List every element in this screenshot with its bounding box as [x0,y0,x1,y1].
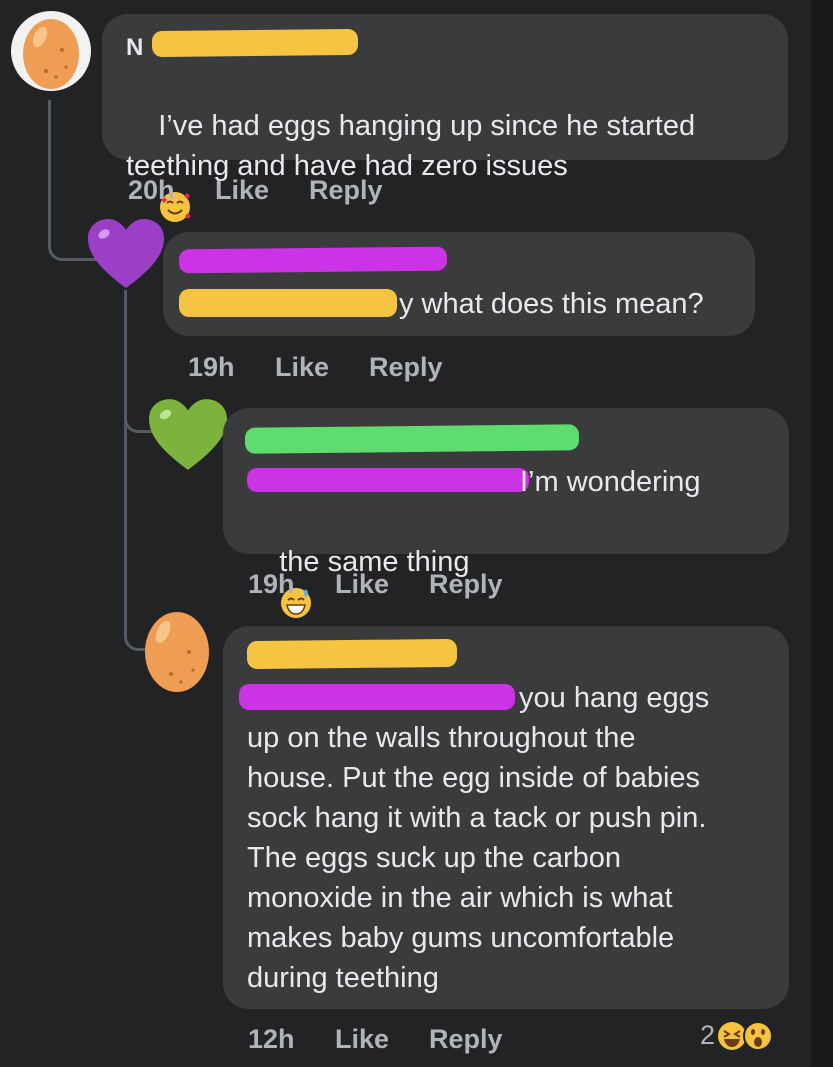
like-button[interactable]: Like [215,175,269,206]
avatar[interactable] [147,398,229,477]
timestamp[interactable]: 12h [248,1024,295,1055]
like-button[interactable]: Like [275,352,329,383]
comment-text: up on the walls throughout the house. Pu… [247,722,707,994]
like-button[interactable]: Like [335,1024,389,1055]
author-name-initial[interactable]: N [126,28,143,68]
egg-icon [145,612,209,692]
green-heart-icon [149,399,227,470]
reply-button[interactable]: Reply [429,569,503,600]
comment-text: y what does this mean? [399,288,704,320]
redacted-mention [239,684,515,710]
avatar[interactable] [143,602,211,699]
timestamp[interactable]: 19h [248,569,295,600]
like-button[interactable]: Like [335,569,389,600]
redacted-author-name [178,246,448,274]
reply-button[interactable]: Reply [369,352,443,383]
comment-text: I’m wondering [520,466,701,498]
reply-button[interactable]: Reply [309,175,383,206]
redacted-mention [179,289,397,317]
reactions-summary[interactable]: 2 [700,1020,774,1051]
redacted-author-name [151,28,359,58]
comment-text: you hang eggs [519,682,710,714]
redacted-mention [247,468,529,492]
reply-button[interactable]: Reply [429,1024,503,1055]
comment-bubble: you hang eggs up on the walls throughout… [223,626,789,1009]
comment-bubble: I’m wondering the same thing [223,408,789,619]
avatar[interactable] [10,5,92,102]
egg-icon [11,11,91,91]
timestamp[interactable]: 20h [128,175,175,206]
wow-reaction-icon [743,1020,774,1051]
avatar[interactable] [86,218,166,295]
redacted-author-name [246,638,458,670]
redacted-author-name [244,424,580,454]
purple-heart-icon [88,219,164,288]
comment-bubble: N I’ve had eggs hanging up since he star… [102,14,788,223]
scrollbar-track[interactable] [811,0,833,1067]
timestamp[interactable]: 19h [188,352,235,383]
comment-bubble: y what does this mean? [163,232,755,336]
reaction-count: 2 [700,1020,716,1050]
